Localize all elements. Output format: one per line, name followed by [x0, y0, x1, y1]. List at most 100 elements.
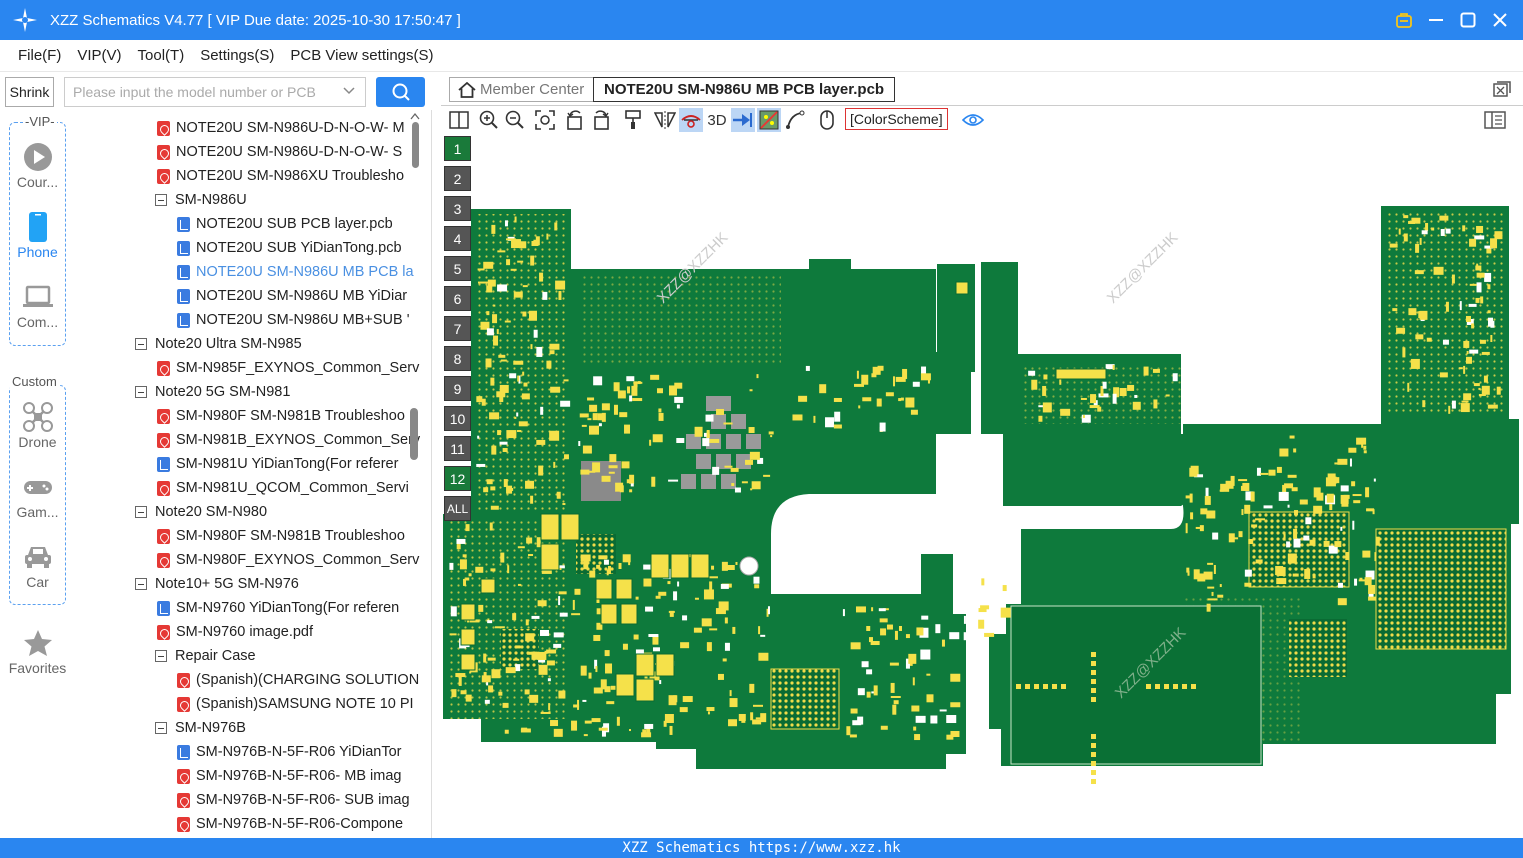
menu-file[interactable]: File(F) [18, 47, 61, 64]
collapse-icon[interactable] [135, 386, 147, 398]
net-highlight-icon[interactable] [679, 108, 703, 132]
layer-button-2[interactable]: 2 [444, 166, 471, 191]
side-panel-icon[interactable] [1483, 108, 1507, 132]
rail-item-drone[interactable]: Drone [0, 402, 75, 450]
layer-button-6[interactable]: 6 [444, 286, 471, 311]
tab-pcb-document[interactable]: NOTE20U SM-N986U MB PCB layer.pcb [593, 77, 896, 102]
layer-button-5[interactable]: 5 [444, 256, 471, 281]
eye-icon[interactable] [961, 108, 985, 132]
tab-member-center[interactable]: Member Center [449, 77, 596, 102]
vip-badge-icon[interactable] [1393, 9, 1415, 31]
pcb-board-drawing[interactable]: XZZ@XZZHK XZZ@XZZHK XZZ@XZZHK [441, 134, 1523, 838]
board-view-icon[interactable] [757, 108, 781, 132]
tree-file[interactable]: SM-N976B-N-5F-R06 YiDianTor [177, 740, 401, 764]
layer-button-9[interactable]: 9 [444, 376, 471, 401]
pcb-pad [866, 669, 873, 675]
layer-button-3[interactable]: 3 [444, 196, 471, 221]
tree-folder[interactable]: Note10+ 5G SM-N976 [135, 572, 299, 596]
chevron-down-icon[interactable] [343, 84, 355, 99]
layer-button-4[interactable]: 4 [444, 226, 471, 251]
menu-settings[interactable]: Settings(S) [200, 47, 274, 64]
menu-vip[interactable]: VIP(V) [77, 47, 121, 64]
tree-file[interactable]: (Spanish)SAMSUNG NOTE 10 PI [177, 692, 414, 716]
shrink-button[interactable]: Shrink [5, 77, 54, 107]
tree-folder[interactable]: Note20 5G SM-N981 [135, 380, 290, 404]
rotate-left-icon[interactable] [563, 108, 587, 132]
search-button[interactable] [376, 77, 425, 107]
three-d-button[interactable]: 3D [705, 108, 729, 132]
rail-item-phone[interactable]: Phone [0, 212, 75, 260]
pcb-canvas[interactable]: XZZ@XZZHK XZZ@XZZHK XZZ@XZZHK [441, 134, 1523, 838]
layer-button-8[interactable]: 8 [444, 346, 471, 371]
rail-item-computer[interactable]: Com... [0, 282, 75, 330]
tree-folder[interactable]: SM-N976B [155, 716, 246, 740]
collapse-icon[interactable] [135, 506, 147, 518]
search-input[interactable]: Please input the model number or PCB [64, 77, 366, 107]
close-button[interactable] [1489, 9, 1511, 31]
tree-scroll-thumb[interactable] [412, 122, 419, 168]
pin-arrow-icon[interactable] [731, 108, 755, 132]
collapse-icon[interactable] [135, 338, 147, 350]
tree-file[interactable]: NOTE20U SM-N986U MB PCB la [177, 260, 414, 284]
pcb-pad [1299, 499, 1308, 505]
tree-file[interactable]: SM-N981U_QCOM_Common_Servi [157, 476, 409, 500]
layer-button-all[interactable]: ALL [444, 496, 471, 521]
rail-item-favorites[interactable]: Favorites [0, 628, 75, 676]
menu-pcb-view-settings[interactable]: PCB View settings(S) [290, 47, 433, 64]
rail-item-courses[interactable]: Cour... [0, 142, 75, 190]
pcb-pad [596, 564, 601, 569]
tree-file[interactable]: NOTE20U SUB YiDianTong.pcb [177, 236, 402, 260]
tree-file[interactable]: SM-N981B_EXYNOS_Common_Serv [157, 428, 420, 452]
tree-file[interactable]: NOTE20U SM-N986U MB+SUB ' [177, 308, 409, 332]
tree-file[interactable]: NOTE20U SM-N986XU Troublesho [157, 164, 404, 188]
minimize-button[interactable] [1425, 9, 1447, 31]
tree-file[interactable]: SM-N980F_EXYNOS_Common_Serv [157, 548, 419, 572]
tree-file[interactable]: SM-N980F SM-N981B Troubleshoo [157, 524, 405, 548]
tree-file[interactable]: NOTE20U SM-N986U-D-N-O-W- S [157, 140, 402, 164]
zoom-in-icon[interactable] [477, 108, 501, 132]
layer-button-7[interactable]: 7 [444, 316, 471, 341]
tree-folder[interactable]: SM-N986U [155, 188, 247, 212]
mouse-icon[interactable] [815, 108, 839, 132]
color-scheme-button[interactable]: [ColorScheme] [845, 108, 948, 130]
tree-file[interactable]: SM-N976B-N-5F-R06- SUB imag [177, 788, 410, 812]
maximize-button[interactable] [1457, 9, 1479, 31]
rail-item-game[interactable]: Gam... [0, 472, 75, 520]
layer-button-11[interactable]: 11 [444, 436, 471, 461]
collapse-icon[interactable] [155, 650, 167, 662]
tree-file[interactable]: NOTE20U SM-N986U MB YiDiar [177, 284, 407, 308]
layer-button-1[interactable]: 1 [444, 136, 471, 161]
layer-button-10[interactable]: 10 [444, 406, 471, 431]
collapse-icon[interactable] [155, 194, 167, 206]
menu-tool[interactable]: Tool(T) [138, 47, 185, 64]
tree-file[interactable]: SM-N9760 image.pdf [157, 620, 313, 644]
tree-file[interactable]: SM-N985F_EXYNOS_Common_Serv [157, 356, 419, 380]
tree-scrollbar[interactable] [410, 112, 420, 838]
tree-file[interactable]: SM-N9760 YiDianTong(For referen [157, 596, 399, 620]
rail-item-car[interactable]: Car [0, 542, 75, 590]
tree-file[interactable]: NOTE20U SM-N986U-D-N-O-W- M [157, 116, 405, 140]
tree-file[interactable]: NOTE20U SUB PCB layer.pcb [177, 212, 393, 236]
rotate-right-icon[interactable] [589, 108, 613, 132]
tree-file[interactable]: SM-N976B-N-5F-R06-Compone [177, 812, 403, 836]
trace-icon[interactable] [783, 108, 807, 132]
splitter-handle[interactable] [410, 408, 418, 460]
tree-folder[interactable]: Note20 Ultra SM-N985 [135, 332, 302, 356]
close-tab-icon[interactable] [1493, 81, 1511, 102]
split-view-icon[interactable] [447, 108, 471, 132]
collapse-icon[interactable] [135, 578, 147, 590]
tree-folder[interactable]: Note20 SM-N980 [135, 500, 267, 524]
zoom-out-icon[interactable] [503, 108, 527, 132]
tree-file[interactable]: SM-N976B-N-5F-R06- MB imag [177, 764, 401, 788]
tree-folder[interactable]: Repair Case [155, 644, 256, 668]
mirror-icon[interactable] [653, 108, 677, 132]
collapse-icon[interactable] [155, 722, 167, 734]
tree-file[interactable]: SM-N981U YiDianTong(For referer [157, 452, 398, 476]
pcb-component [955, 281, 969, 295]
fit-view-icon[interactable] [533, 108, 557, 132]
layer-button-12[interactable]: 12 [444, 466, 471, 491]
brush-icon[interactable] [621, 108, 645, 132]
tree-file[interactable]: SM-N980F SM-N981B Troubleshoo [157, 404, 405, 428]
pcb-pad [926, 694, 934, 703]
tree-file[interactable]: (Spanish)(CHARGING SOLUTION [177, 668, 419, 692]
